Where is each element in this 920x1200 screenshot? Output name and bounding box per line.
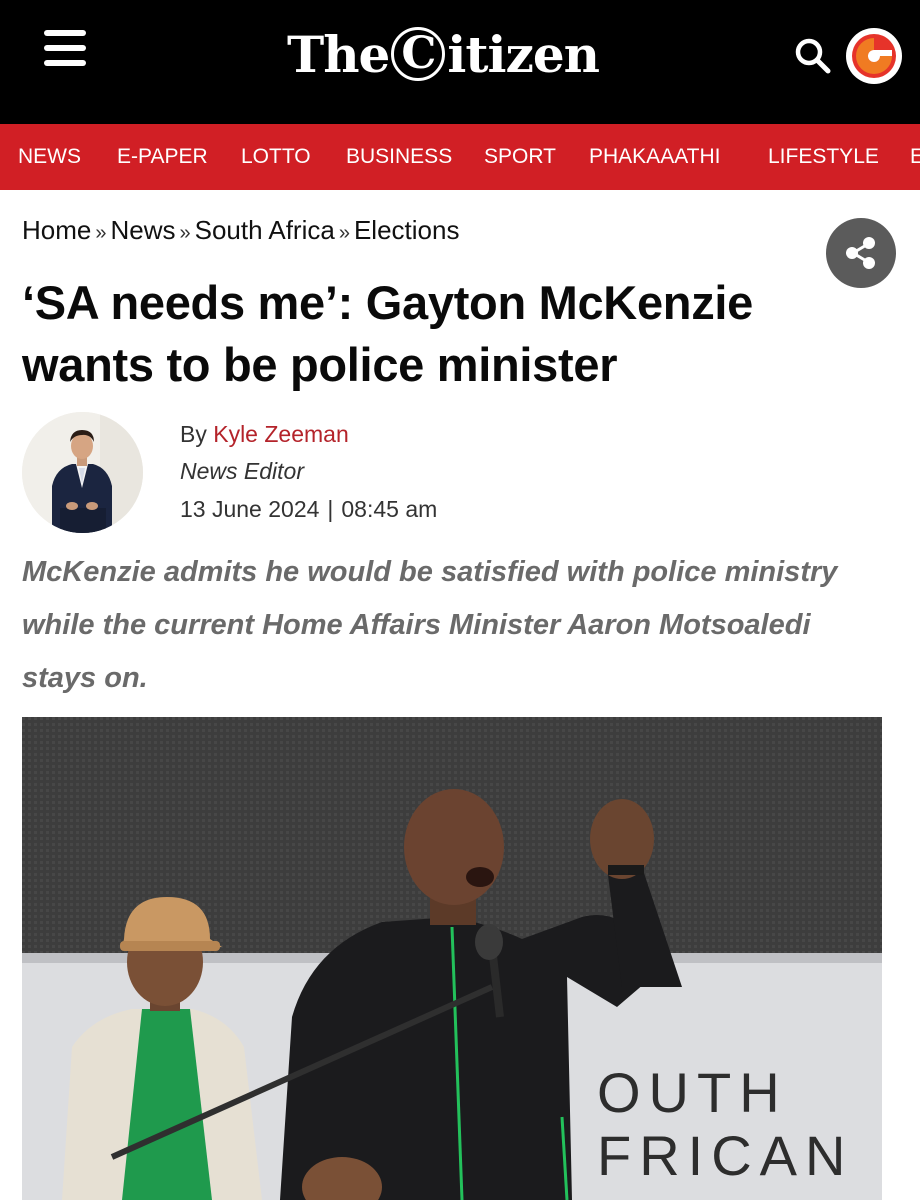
article-standfirst: McKenzie admits he would be satisfied wi… [22,556,838,694]
logo-text-itizen: itizen [447,24,600,84]
nav-item-lifestyle[interactable]: LIFESTYLE [768,124,879,190]
article-headline: ‘SA needs me’: Gayton McKenzie wants to … [22,276,753,391]
breadcrumb-news[interactable]: News [110,215,175,245]
nav-item-news[interactable]: NEWS [18,124,81,190]
breadcrumb-elections[interactable]: Elections [354,215,460,245]
main-navigation: NEWS E-PAPER LOTTO BUSINESS SPORT PHAKAA… [0,124,920,190]
publish-time: 08:45 am [341,496,438,522]
backdrop-text-line-2: FRICAN [597,1124,853,1187]
byline-prefix: By [180,421,207,447]
breadcrumb: Home» News» South Africa» Elections [22,210,459,250]
author-name-link[interactable]: Kyle Zeeman [213,421,349,447]
logo-c-circle: C [391,27,446,81]
lead-photo[interactable]: OUTH FRICAN [22,717,882,1200]
nav-item-lotto[interactable]: LOTTO [241,124,311,190]
hamburger-menu-icon[interactable] [44,28,88,68]
site-logo[interactable]: The C itizen [287,22,600,86]
nav-item-sport[interactable]: SPORT [484,124,556,190]
breadcrumb-separator: » [95,222,107,244]
nav-item-business[interactable]: BUSINESS [346,124,452,190]
breadcrumb-home[interactable]: Home [22,215,91,245]
backdrop-text-line-1: OUTH [597,1061,788,1124]
date-separator: | [327,496,334,522]
breadcrumb-separator: » [338,222,350,244]
publish-dateline: 13 June 2024 | 08:45 am [180,493,437,525]
nav-item-truncated[interactable]: E [910,124,920,190]
nav-item-phakaaathi[interactable]: PHAKAAATHI [589,124,720,190]
breadcrumb-south-africa[interactable]: South Africa [195,215,335,245]
byline: By Kyle Zeeman [180,418,349,450]
breadcrumb-separator: » [179,222,191,244]
author-avatar[interactable] [22,412,143,533]
nav-item-e-paper[interactable]: E-PAPER [117,124,208,190]
logo-text-the: The [287,24,390,84]
citizen-c-logo-icon[interactable] [846,28,902,84]
search-icon[interactable] [793,36,833,76]
publish-date: 13 June 2024 [180,496,320,522]
author-role: News Editor [180,458,304,484]
site-header: The C itizen [0,0,920,124]
